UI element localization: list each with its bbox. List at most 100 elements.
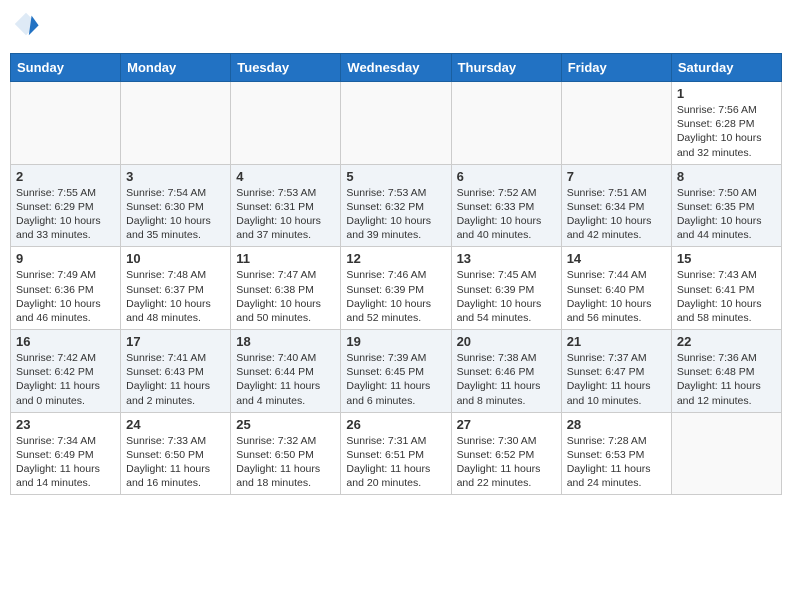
- day-number: 1: [677, 86, 776, 101]
- day-number: 27: [457, 417, 556, 432]
- day-number: 20: [457, 334, 556, 349]
- logo: [10, 10, 44, 43]
- day-info: Sunrise: 7:38 AM Sunset: 6:46 PM Dayligh…: [457, 351, 556, 408]
- calendar-cell: 25 Sunrise: 7:32 AM Sunset: 6:50 PM Dayli…: [231, 412, 341, 495]
- day-number: 8: [677, 169, 776, 184]
- calendar-cell: 10 Sunrise: 7:48 AM Sunset: 6:37 PM Dayli…: [121, 247, 231, 330]
- day-number: 4: [236, 169, 335, 184]
- day-number: 3: [126, 169, 225, 184]
- calendar-cell: 22 Sunrise: 7:36 AM Sunset: 6:48 PM Dayli…: [671, 330, 781, 413]
- weekday-header-wednesday: Wednesday: [341, 54, 451, 82]
- calendar-cell: 12 Sunrise: 7:46 AM Sunset: 6:39 PM Dayli…: [341, 247, 451, 330]
- calendar-cell: 15 Sunrise: 7:43 AM Sunset: 6:41 PM Dayli…: [671, 247, 781, 330]
- day-number: 23: [16, 417, 115, 432]
- day-number: 6: [457, 169, 556, 184]
- calendar-cell: 21 Sunrise: 7:37 AM Sunset: 6:47 PM Dayli…: [561, 330, 671, 413]
- calendar-cell: 5 Sunrise: 7:53 AM Sunset: 6:32 PM Daylig…: [341, 164, 451, 247]
- calendar-cell: 20 Sunrise: 7:38 AM Sunset: 6:46 PM Dayli…: [451, 330, 561, 413]
- day-number: 5: [346, 169, 445, 184]
- calendar-cell: 6 Sunrise: 7:52 AM Sunset: 6:33 PM Daylig…: [451, 164, 561, 247]
- day-number: 11: [236, 251, 335, 266]
- day-number: 24: [126, 417, 225, 432]
- calendar-cell: 18 Sunrise: 7:40 AM Sunset: 6:44 PM Dayli…: [231, 330, 341, 413]
- weekday-header-monday: Monday: [121, 54, 231, 82]
- day-info: Sunrise: 7:33 AM Sunset: 6:50 PM Dayligh…: [126, 434, 225, 491]
- day-info: Sunrise: 7:43 AM Sunset: 6:41 PM Dayligh…: [677, 268, 776, 325]
- calendar-cell: 1 Sunrise: 7:56 AM Sunset: 6:28 PM Daylig…: [671, 82, 781, 165]
- day-number: 9: [16, 251, 115, 266]
- day-info: Sunrise: 7:55 AM Sunset: 6:29 PM Dayligh…: [16, 186, 115, 243]
- day-info: Sunrise: 7:50 AM Sunset: 6:35 PM Dayligh…: [677, 186, 776, 243]
- weekday-header-tuesday: Tuesday: [231, 54, 341, 82]
- day-info: Sunrise: 7:48 AM Sunset: 6:37 PM Dayligh…: [126, 268, 225, 325]
- calendar-cell: 4 Sunrise: 7:53 AM Sunset: 6:31 PM Daylig…: [231, 164, 341, 247]
- day-number: 14: [567, 251, 666, 266]
- day-info: Sunrise: 7:53 AM Sunset: 6:32 PM Dayligh…: [346, 186, 445, 243]
- day-number: 10: [126, 251, 225, 266]
- calendar-cell: 13 Sunrise: 7:45 AM Sunset: 6:39 PM Dayli…: [451, 247, 561, 330]
- day-number: 26: [346, 417, 445, 432]
- day-number: 22: [677, 334, 776, 349]
- calendar-cell: 24 Sunrise: 7:33 AM Sunset: 6:50 PM Dayli…: [121, 412, 231, 495]
- calendar-week-row: 9 Sunrise: 7:49 AM Sunset: 6:36 PM Daylig…: [11, 247, 782, 330]
- calendar-week-row: 1 Sunrise: 7:56 AM Sunset: 6:28 PM Daylig…: [11, 82, 782, 165]
- day-info: Sunrise: 7:40 AM Sunset: 6:44 PM Dayligh…: [236, 351, 335, 408]
- calendar-cell: [341, 82, 451, 165]
- day-number: 13: [457, 251, 556, 266]
- page: SundayMondayTuesdayWednesdayThursdayFrid…: [0, 0, 792, 612]
- day-info: Sunrise: 7:46 AM Sunset: 6:39 PM Dayligh…: [346, 268, 445, 325]
- day-info: Sunrise: 7:41 AM Sunset: 6:43 PM Dayligh…: [126, 351, 225, 408]
- day-info: Sunrise: 7:53 AM Sunset: 6:31 PM Dayligh…: [236, 186, 335, 243]
- calendar-cell: 3Sunrise: 7:54 AM Sunset: 6:30 PM Daylig…: [121, 164, 231, 247]
- day-number: 19: [346, 334, 445, 349]
- day-number: 16: [16, 334, 115, 349]
- calendar-cell: [451, 82, 561, 165]
- weekday-header-thursday: Thursday: [451, 54, 561, 82]
- calendar-cell: [231, 82, 341, 165]
- calendar-cell: [671, 412, 781, 495]
- calendar-cell: 27 Sunrise: 7:30 AM Sunset: 6:52 PM Dayli…: [451, 412, 561, 495]
- weekday-header-friday: Friday: [561, 54, 671, 82]
- day-number: 25: [236, 417, 335, 432]
- day-info: Sunrise: 7:32 AM Sunset: 6:50 PM Dayligh…: [236, 434, 335, 491]
- weekday-header-row: SundayMondayTuesdayWednesdayThursdayFrid…: [11, 54, 782, 82]
- day-number: 7: [567, 169, 666, 184]
- calendar-week-row: 2 Sunrise: 7:55 AM Sunset: 6:29 PM Daylig…: [11, 164, 782, 247]
- day-number: 21: [567, 334, 666, 349]
- calendar-cell: 16 Sunrise: 7:42 AM Sunset: 6:42 PM Dayli…: [11, 330, 121, 413]
- day-info: Sunrise: 7:37 AM Sunset: 6:47 PM Dayligh…: [567, 351, 666, 408]
- day-info: Sunrise: 7:56 AM Sunset: 6:28 PM Dayligh…: [677, 103, 776, 160]
- day-number: 18: [236, 334, 335, 349]
- calendar-cell: 8 Sunrise: 7:50 AM Sunset: 6:35 PM Daylig…: [671, 164, 781, 247]
- calendar-week-row: 23 Sunrise: 7:34 AM Sunset: 6:49 PM Dayli…: [11, 412, 782, 495]
- day-info: Sunrise: 7:36 AM Sunset: 6:48 PM Dayligh…: [677, 351, 776, 408]
- day-info: Sunrise: 7:34 AM Sunset: 6:49 PM Dayligh…: [16, 434, 115, 491]
- day-info: Sunrise: 7:49 AM Sunset: 6:36 PM Dayligh…: [16, 268, 115, 325]
- calendar-cell: 11 Sunrise: 7:47 AM Sunset: 6:38 PM Dayli…: [231, 247, 341, 330]
- day-number: 17: [126, 334, 225, 349]
- calendar-cell: 14 Sunrise: 7:44 AM Sunset: 6:40 PM Dayli…: [561, 247, 671, 330]
- day-info: Sunrise: 7:44 AM Sunset: 6:40 PM Dayligh…: [567, 268, 666, 325]
- day-info: Sunrise: 7:42 AM Sunset: 6:42 PM Dayligh…: [16, 351, 115, 408]
- day-info: Sunrise: 7:47 AM Sunset: 6:38 PM Dayligh…: [236, 268, 335, 325]
- day-number: 12: [346, 251, 445, 266]
- calendar-cell: 19Sunrise: 7:39 AM Sunset: 6:45 PM Dayli…: [341, 330, 451, 413]
- day-info: Sunrise: 7:45 AM Sunset: 6:39 PM Dayligh…: [457, 268, 556, 325]
- calendar-week-row: 16 Sunrise: 7:42 AM Sunset: 6:42 PM Dayli…: [11, 330, 782, 413]
- day-number: 2: [16, 169, 115, 184]
- calendar-cell: 28 Sunrise: 7:28 AM Sunset: 6:53 PM Dayli…: [561, 412, 671, 495]
- calendar-cell: 7 Sunrise: 7:51 AM Sunset: 6:34 PM Daylig…: [561, 164, 671, 247]
- calendar-cell: 17 Sunrise: 7:41 AM Sunset: 6:43 PM Dayli…: [121, 330, 231, 413]
- day-number: 28: [567, 417, 666, 432]
- day-info: Sunrise: 7:51 AM Sunset: 6:34 PM Dayligh…: [567, 186, 666, 243]
- header: [10, 10, 782, 43]
- day-number: 15: [677, 251, 776, 266]
- calendar-cell: 26Sunrise: 7:31 AM Sunset: 6:51 PM Dayli…: [341, 412, 451, 495]
- calendar-cell: 9 Sunrise: 7:49 AM Sunset: 6:36 PM Daylig…: [11, 247, 121, 330]
- day-info: Sunrise: 7:30 AM Sunset: 6:52 PM Dayligh…: [457, 434, 556, 491]
- day-info: Sunrise: 7:52 AM Sunset: 6:33 PM Dayligh…: [457, 186, 556, 243]
- day-info: Sunrise: 7:28 AM Sunset: 6:53 PM Dayligh…: [567, 434, 666, 491]
- calendar-cell: [561, 82, 671, 165]
- calendar-cell: [11, 82, 121, 165]
- weekday-header-saturday: Saturday: [671, 54, 781, 82]
